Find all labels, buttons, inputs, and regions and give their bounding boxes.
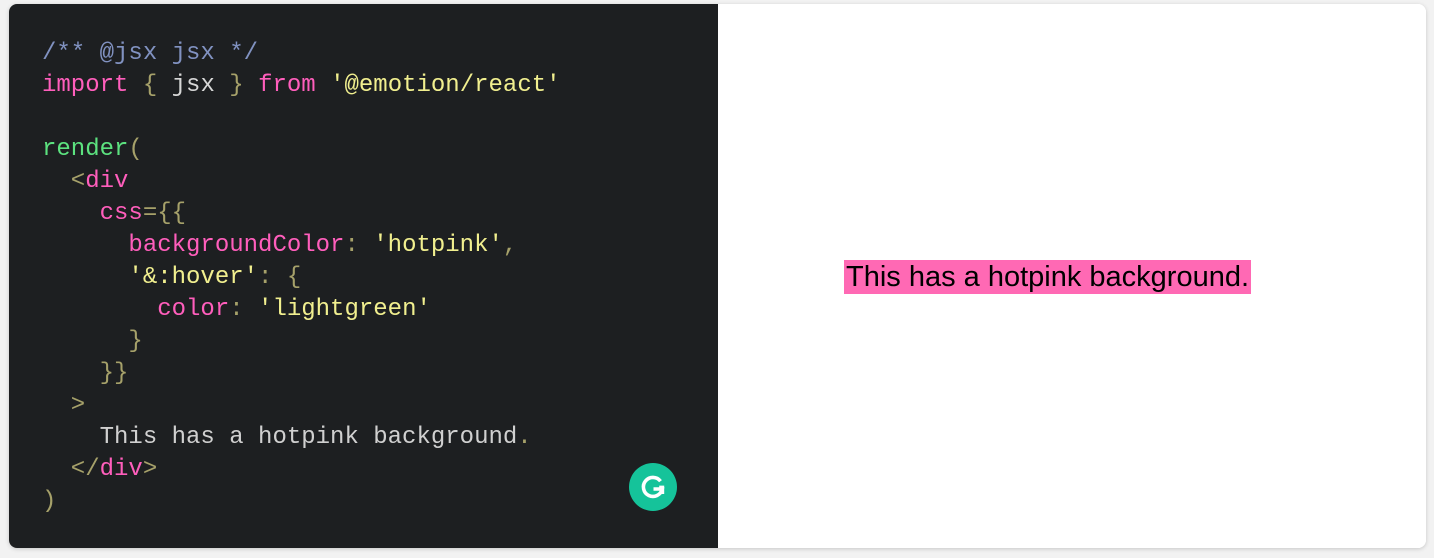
code-line[interactable]: render( [42, 134, 718, 166]
code-token-tag: div [99, 456, 143, 483]
code-line[interactable]: import { jsx } from '@emotion/react' [42, 70, 718, 102]
code-editor[interactable]: /** @jsx jsx */ import { jsx } from '@emo… [9, 4, 718, 548]
code-line[interactable]: <div [42, 166, 718, 198]
code-token-keyword: import [42, 72, 129, 99]
code-line[interactable]: }} [42, 358, 718, 390]
code-token-punct: } [42, 328, 143, 355]
code-token-string: 'lightgreen' [258, 296, 431, 323]
preview-output-text[interactable]: This has a hotpink background. [844, 260, 1252, 294]
code-token-text: This has a hotpink background [42, 424, 518, 451]
code-token-comment: /** @jsx jsx */ [42, 40, 259, 67]
code-token-punct: { [128, 72, 172, 99]
code-line[interactable]: /** @jsx jsx */ [42, 38, 718, 70]
code-token-keyword: from [258, 72, 316, 99]
code-token-punct: } [214, 72, 259, 99]
code-token-fn: render [42, 136, 129, 163]
code-token-prop: color [42, 296, 230, 323]
code-token-punct: > [142, 456, 158, 483]
code-token-punct: : [344, 232, 374, 259]
code-line[interactable]: backgroundColor: 'hotpink', [42, 230, 718, 262]
code-token-punct: ) [42, 488, 57, 515]
code-token-attr: css [42, 200, 143, 227]
code-token-punct: > [42, 392, 86, 419]
code-token-punct: </ [42, 456, 100, 483]
code-token-punct: : [229, 296, 259, 323]
code-token-prop: backgroundColor [42, 232, 345, 259]
code-line[interactable]: This has a hotpink background. [42, 422, 718, 454]
code-line[interactable]: color: 'lightgreen' [42, 294, 718, 326]
code-line[interactable]: ) [42, 486, 718, 518]
preview-pane: This has a hotpink background. [718, 4, 1426, 548]
code-token-tag: div [85, 168, 129, 195]
code-token-punct: ={{ [142, 200, 187, 227]
code-token-string: '&:hover' [42, 264, 259, 291]
grammarly-g-icon [641, 475, 665, 499]
live-code-example: /** @jsx jsx */ import { jsx } from '@emo… [9, 4, 1426, 548]
code-token-punct: , [502, 232, 518, 259]
code-line[interactable]: > [42, 390, 718, 422]
grammarly-button[interactable] [629, 463, 677, 511]
code-line[interactable] [42, 102, 718, 134]
code-token-punct: < [42, 168, 86, 195]
code-line[interactable]: </div> [42, 454, 718, 486]
code-token-string: '@emotion/react' [315, 72, 561, 99]
code-token-punct: : { [258, 264, 302, 291]
code-token-punct: }} [42, 360, 129, 387]
code-token-punct: . [517, 424, 532, 451]
code-line[interactable]: '&:hover': { [42, 262, 718, 294]
code-line[interactable]: } [42, 326, 718, 358]
code-token-string: 'hotpink' [373, 232, 503, 259]
code-token-ident: jsx [171, 72, 215, 99]
code-line[interactable]: css={{ [42, 198, 718, 230]
code-text[interactable]: /** @jsx jsx */ import { jsx } from '@emo… [42, 38, 718, 518]
code-token-punct: ( [128, 136, 143, 163]
